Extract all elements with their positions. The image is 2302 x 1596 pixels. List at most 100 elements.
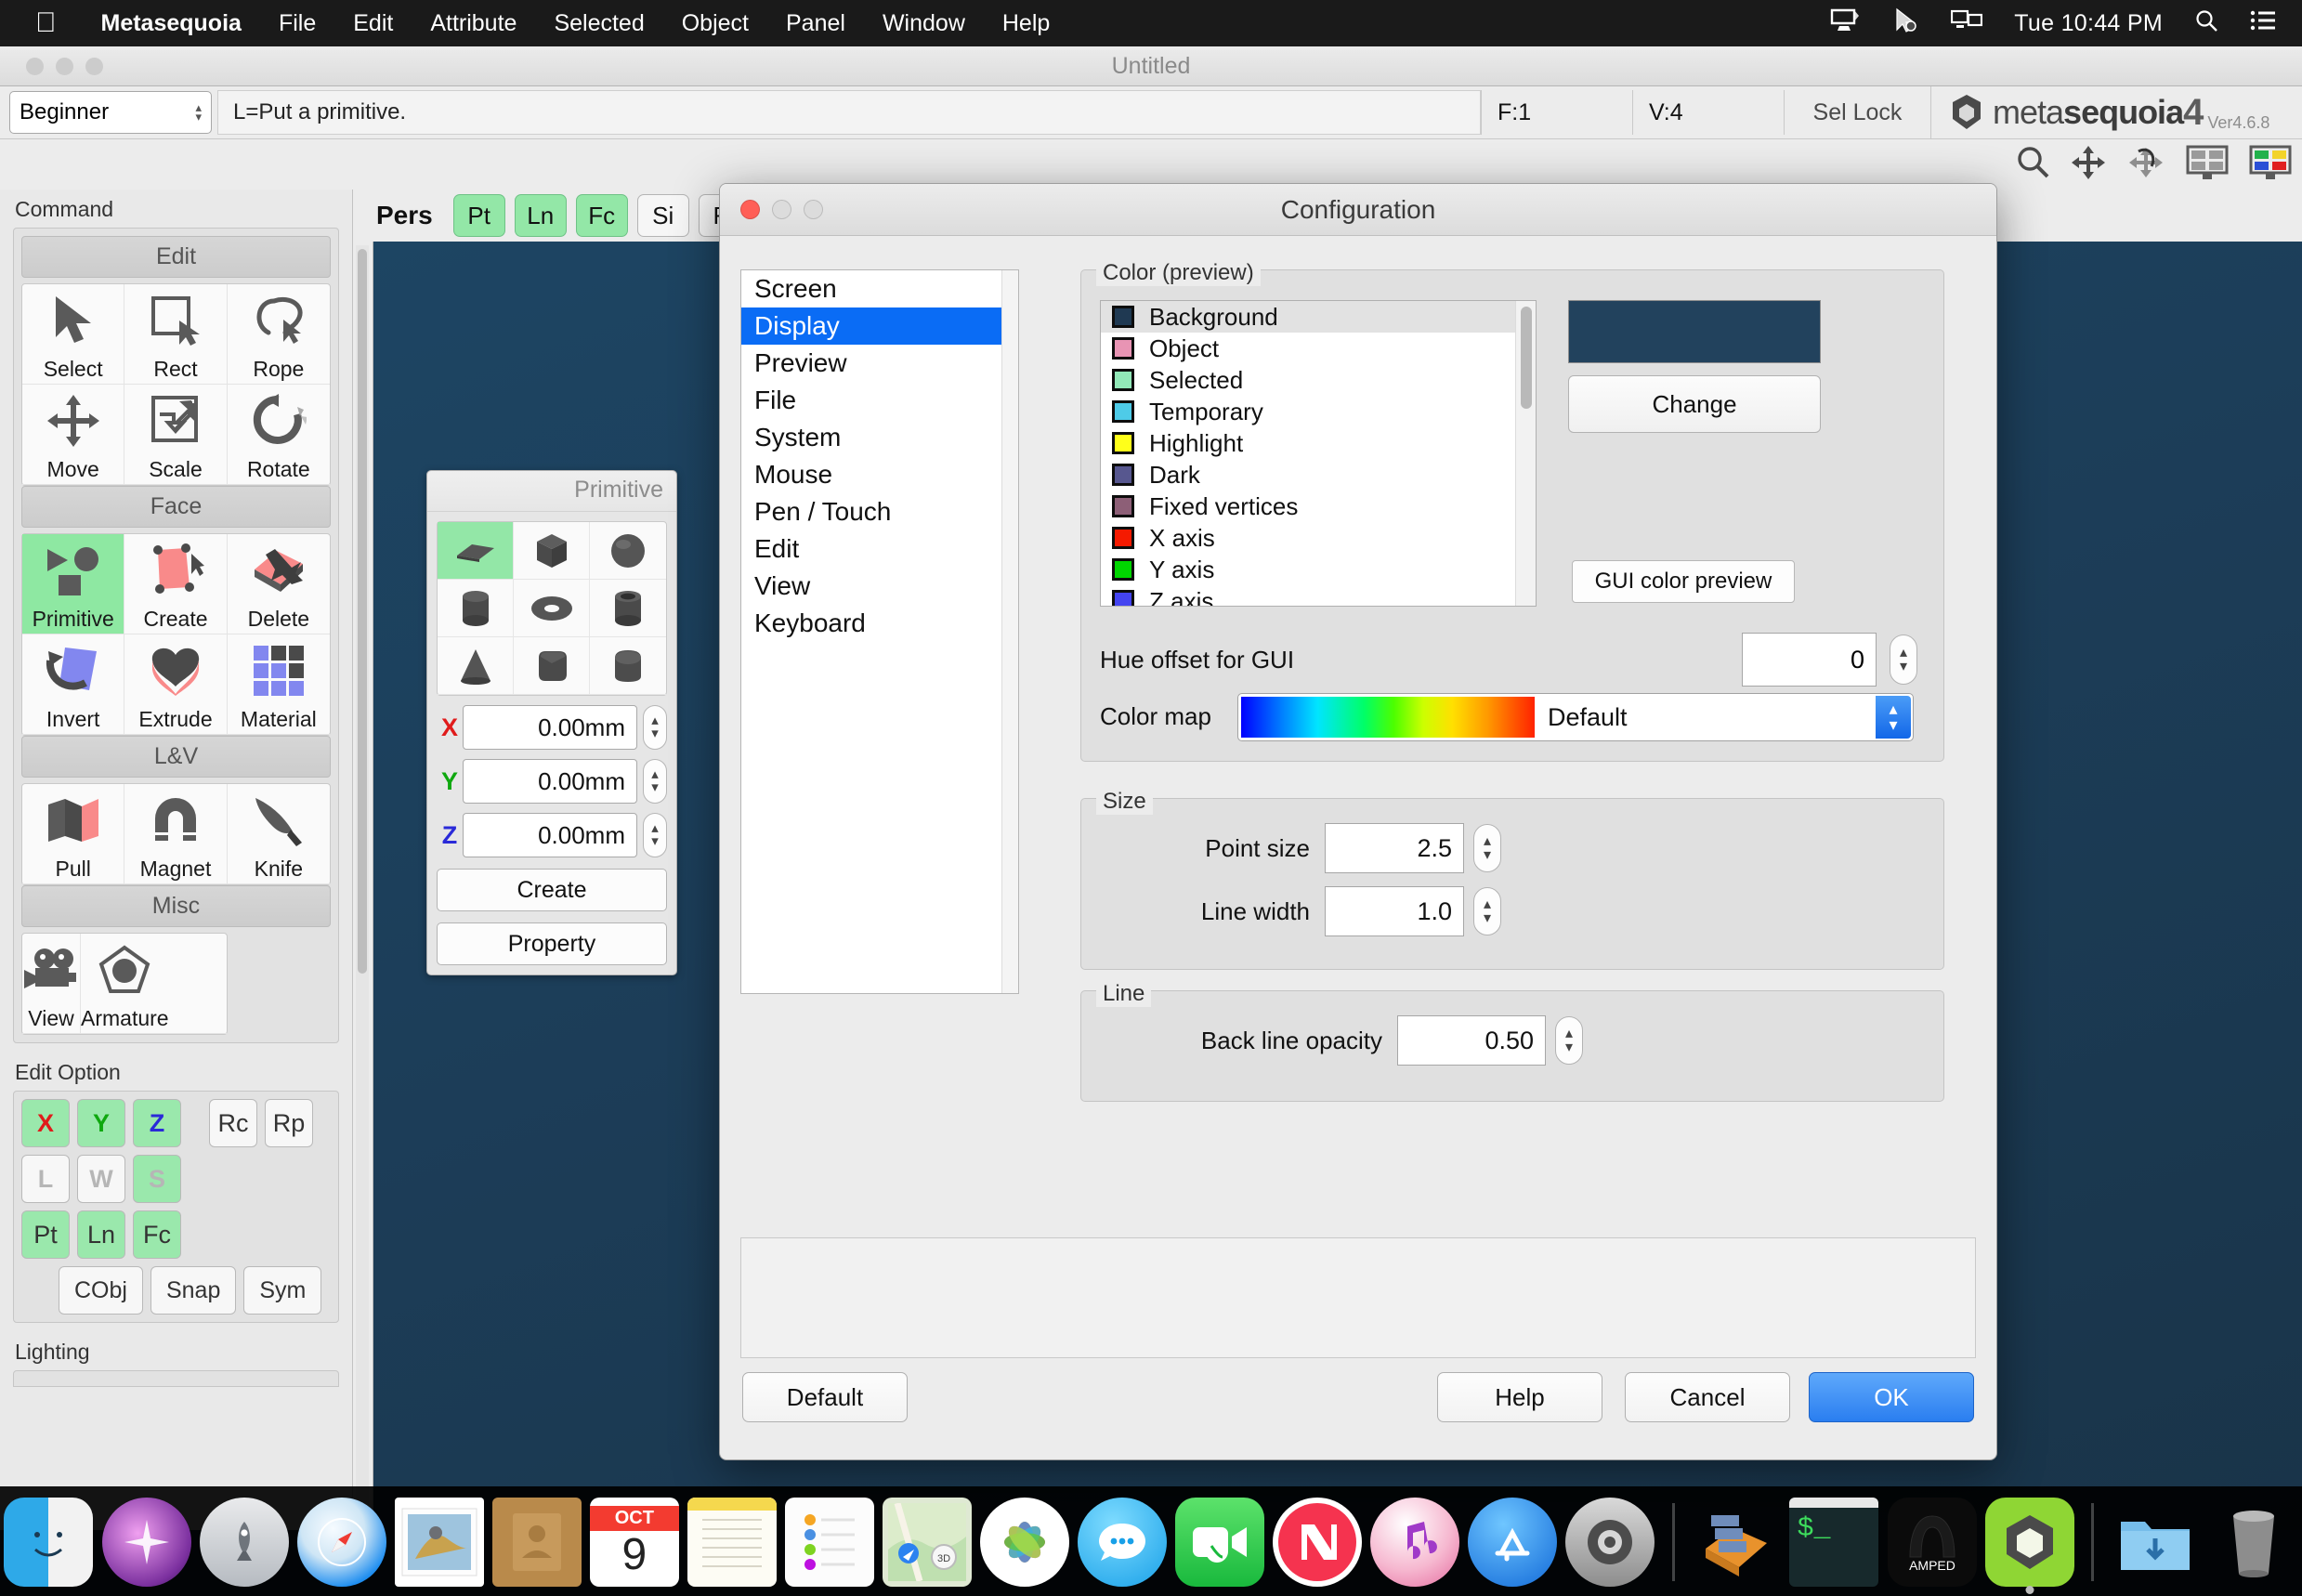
viewport-tab-si[interactable]: Si <box>637 194 689 237</box>
edit-option-l[interactable]: L <box>21 1155 70 1203</box>
dock-item-messages[interactable] <box>1077 1494 1169 1590</box>
color-row-z-axis[interactable]: Z axis <box>1101 585 1536 607</box>
edit-option-w[interactable]: W <box>77 1155 125 1203</box>
menu-item-edit[interactable]: Edit <box>334 10 412 37</box>
nav-item-display[interactable]: Display <box>741 307 1018 345</box>
command-button-view[interactable]: View <box>22 934 81 1034</box>
command-button-rope[interactable]: Rope <box>228 284 330 385</box>
edit-option-fc[interactable]: Fc <box>133 1210 181 1259</box>
sel-lock-button[interactable]: Sel Lock <box>1784 90 1930 135</box>
nav-item-keyboard[interactable]: Keyboard <box>741 605 1018 642</box>
color-row-fixed-vertices[interactable]: Fixed vertices <box>1101 491 1536 522</box>
edit-option-z[interactable]: Z <box>133 1099 181 1147</box>
dock-item-mail[interactable] <box>393 1494 485 1590</box>
nav-item-screen[interactable]: Screen <box>741 270 1018 307</box>
primitive-shape-tube[interactable] <box>590 580 666 637</box>
menu-item-attribute[interactable]: Attribute <box>412 10 535 37</box>
line-width-stepper[interactable]: ▴▾ <box>1473 887 1501 935</box>
apple-logo-icon[interactable]:  <box>35 9 57 37</box>
dock-item-maps[interactable]: 3D <box>881 1494 973 1590</box>
edit-option-s[interactable]: S <box>133 1155 181 1203</box>
menu-item-metasequoia[interactable]: Metasequoia <box>83 10 260 37</box>
chevron-updown-icon[interactable]: ▴▾ <box>1876 696 1911 739</box>
viewport-tab-ln[interactable]: Ln <box>515 194 567 237</box>
primitive-shape-plane[interactable] <box>438 522 514 580</box>
edit-option-x[interactable]: X <box>21 1099 70 1147</box>
edit-option-rc[interactable]: Rc <box>209 1099 257 1147</box>
layout-color-icon[interactable] <box>2248 144 2293 186</box>
primitive-shape-rounded-box[interactable] <box>514 637 590 695</box>
menu-item-panel[interactable]: Panel <box>767 10 864 37</box>
color-row-highlight[interactable]: Highlight <box>1101 427 1536 459</box>
color-list-scrollbar[interactable] <box>1515 301 1536 606</box>
menu-item-object[interactable]: Object <box>663 10 767 37</box>
dock-item-news[interactable] <box>1272 1494 1364 1590</box>
list-menu-icon[interactable] <box>2250 10 2276 37</box>
zoom-icon[interactable] <box>2014 144 2051 186</box>
back-line-opacity-stepper[interactable]: ▴▾ <box>1555 1016 1583 1065</box>
dock-item-terminal[interactable]: $_ <box>1788 1494 1880 1590</box>
color-row-dark[interactable]: Dark <box>1101 459 1536 491</box>
nav-item-edit[interactable]: Edit <box>741 530 1018 568</box>
command-button-invert[interactable]: Invert <box>22 634 124 735</box>
dock-item-reminders[interactable] <box>783 1494 875 1590</box>
dock-item-contacts[interactable] <box>490 1494 582 1590</box>
display-mirror-icon[interactable] <box>1830 8 1862 39</box>
nav-scrollbar[interactable] <box>1001 270 1018 993</box>
viewport-tab-fc[interactable]: Fc <box>576 194 628 237</box>
ok-button[interactable]: OK <box>1809 1372 1974 1422</box>
change-color-button[interactable]: Change <box>1568 375 1821 433</box>
viewport-view-label[interactable]: Pers <box>376 201 433 230</box>
dock-item-trash[interactable] <box>2207 1494 2299 1590</box>
primitive-shape-capsule[interactable] <box>590 637 666 695</box>
primitive-input-z[interactable]: 0.00mm <box>463 813 637 857</box>
create-button[interactable]: Create <box>437 869 667 911</box>
nav-item-pen-touch[interactable]: Pen / Touch <box>741 493 1018 530</box>
command-button-delete[interactable]: Delete <box>228 534 330 634</box>
command-button-armature[interactable]: Armature <box>81 934 169 1034</box>
primitive-shape-box[interactable] <box>514 522 590 580</box>
color-row-x-axis[interactable]: X axis <box>1101 522 1536 554</box>
command-button-create[interactable]: Create <box>124 534 227 634</box>
dock-item-itunes[interactable] <box>1369 1494 1461 1590</box>
hue-offset-stepper[interactable]: ▴▾ <box>1890 634 1917 685</box>
command-button-primitive[interactable]: Primitive <box>22 534 124 634</box>
nav-item-preview[interactable]: Preview <box>741 345 1018 382</box>
color-list[interactable]: Background Object Selected Temporar <box>1100 300 1537 607</box>
stepper-y[interactable]: ▴▾ <box>643 759 667 804</box>
default-button[interactable]: Default <box>742 1372 908 1422</box>
colormap-select[interactable]: Default ▴▾ <box>1237 693 1914 741</box>
scrollbar-thumb[interactable] <box>358 249 367 974</box>
dock-item-siri[interactable] <box>100 1494 192 1590</box>
command-button-knife[interactable]: Knife <box>228 784 330 884</box>
hue-offset-input[interactable]: 0 <box>1742 633 1877 687</box>
color-row-temporary[interactable]: Temporary <box>1101 396 1536 427</box>
dock-item-photos[interactable] <box>979 1494 1071 1590</box>
primitive-shape-sphere[interactable] <box>590 522 666 580</box>
nav-item-mouse[interactable]: Mouse <box>741 456 1018 493</box>
menu-item-window[interactable]: Window <box>864 10 984 37</box>
edit-option-sym[interactable]: Sym <box>243 1266 321 1315</box>
command-button-move[interactable]: Move <box>22 385 124 485</box>
edit-option-ln[interactable]: Ln <box>77 1210 125 1259</box>
command-button-rect[interactable]: Rect <box>124 284 227 385</box>
command-button-magnet[interactable]: Magnet <box>124 784 227 884</box>
point-size-input[interactable]: 2.5 <box>1325 823 1464 873</box>
dock-item-facetime[interactable] <box>1174 1494 1266 1590</box>
color-row-background[interactable]: Background <box>1101 301 1536 333</box>
command-button-scale[interactable]: Scale <box>124 385 227 485</box>
screen-share-icon[interactable] <box>1951 8 1982 39</box>
dock-item-finder[interactable] <box>3 1494 95 1590</box>
dock-item-archive-utility[interactable] <box>1691 1494 1783 1590</box>
command-button-extrude[interactable]: Extrude <box>124 634 227 735</box>
dock-item-safari[interactable] <box>295 1494 387 1590</box>
pan-move-icon[interactable] <box>2070 144 2107 186</box>
nav-item-file[interactable]: File <box>741 382 1018 419</box>
layout-split-icon[interactable] <box>2185 144 2230 186</box>
search-icon[interactable] <box>2194 8 2218 39</box>
edit-option-snap[interactable]: Snap <box>150 1266 236 1315</box>
primitive-input-x[interactable]: 0.00mm <box>463 705 637 750</box>
primitive-shape-cylinder[interactable] <box>438 580 514 637</box>
rotate-orbit-icon[interactable] <box>2125 144 2166 186</box>
command-button-select[interactable]: Select <box>22 284 124 385</box>
